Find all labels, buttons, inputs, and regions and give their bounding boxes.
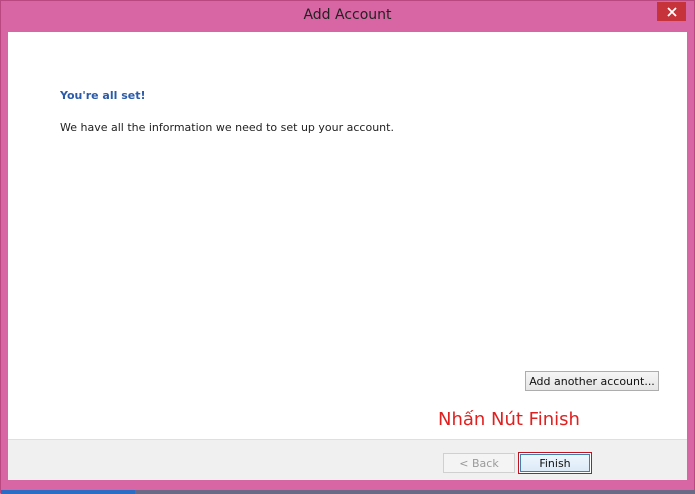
success-message: We have all the information we need to s… [60,121,394,134]
back-button[interactable]: < Back [443,453,515,473]
close-icon [666,6,677,17]
finish-button-highlight: Finish [518,452,592,474]
dialog-footer: < Back Finish [8,439,687,480]
close-button[interactable] [657,2,686,21]
taskbar-active-segment [1,490,135,494]
title-bar[interactable]: Add Account [1,1,694,32]
finish-button[interactable]: Finish [520,454,590,472]
instruction-annotation: Nhấn Nút Finish [438,409,580,430]
add-another-account-button[interactable]: Add another account... [525,371,659,391]
add-account-window: Add Account You're all set! We have all … [0,0,695,494]
dialog-content: You're all set! We have all the informat… [8,32,687,480]
success-heading: You're all set! [60,89,146,102]
window-title: Add Account [303,7,392,23]
taskbar-edge [1,490,695,494]
